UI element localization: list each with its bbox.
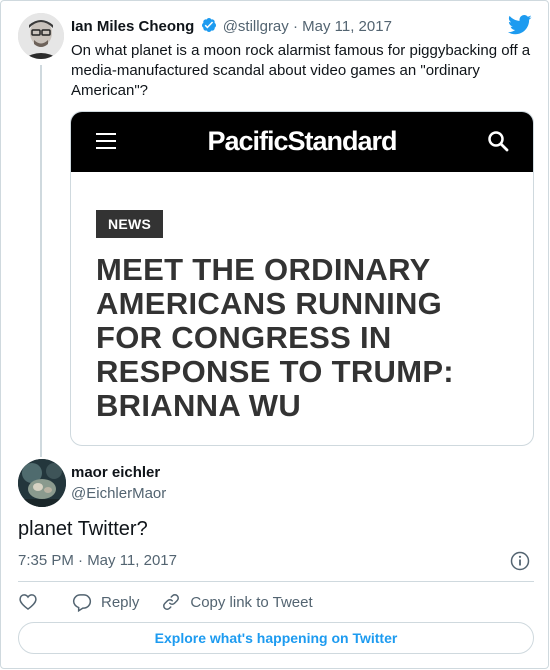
like-button[interactable] bbox=[18, 592, 38, 612]
tweet-media-image[interactable]: PacificStandard NEWS MEET THE ORDINARY A… bbox=[70, 111, 534, 446]
tweet-embed-card: Ian Miles Cheong @stillgray · May 11, 20… bbox=[0, 0, 549, 669]
explore-twitter-button[interactable]: Explore what's happening on Twitter bbox=[18, 622, 534, 654]
reply-button[interactable]: Reply bbox=[72, 592, 139, 612]
pacific-standard-header: PacificStandard bbox=[71, 112, 533, 172]
reply-author-name[interactable]: maor eichler bbox=[71, 464, 160, 481]
reply-timestamp[interactable]: 7:35 PM · May 11, 2017 bbox=[18, 552, 177, 569]
thread-connector bbox=[40, 65, 42, 457]
reply-label: Reply bbox=[101, 593, 140, 611]
author-name[interactable]: Ian Miles Cheong bbox=[71, 18, 194, 35]
heart-icon bbox=[19, 594, 37, 611]
reply-text: planet Twitter? bbox=[18, 518, 148, 540]
verified-badge-icon bbox=[201, 18, 216, 32]
pacific-standard-logo: PacificStandard bbox=[207, 126, 397, 156]
separator-dot: · bbox=[292, 18, 298, 35]
divider bbox=[18, 581, 534, 582]
action-bar: Reply Copy link to Tweet bbox=[18, 591, 313, 613]
link-icon bbox=[163, 594, 180, 610]
copy-link-button[interactable]: Copy link to Tweet bbox=[161, 592, 313, 612]
author-handle[interactable]: @stillgray bbox=[223, 18, 289, 35]
news-badge: NEWS bbox=[96, 210, 164, 238]
reply-author-handle[interactable]: @EichlerMaor bbox=[71, 485, 166, 502]
tweet-date[interactable]: May 11, 2017 bbox=[302, 18, 392, 35]
search-icon bbox=[488, 131, 509, 152]
reply-author-avatar[interactable] bbox=[18, 459, 66, 507]
author-avatar[interactable] bbox=[18, 13, 64, 59]
copy-link-label: Copy link to Tweet bbox=[190, 593, 313, 611]
reply-bubble-icon bbox=[72, 594, 92, 612]
info-icon[interactable] bbox=[510, 551, 530, 571]
tweet-header: Ian Miles Cheong @stillgray · May 11, 20… bbox=[71, 17, 392, 35]
tweet-text: On what planet is a moon rock alarmist f… bbox=[71, 42, 531, 99]
article-headline: MEET THE ORDINARY AMERICANS RUNNING FOR … bbox=[96, 252, 454, 423]
twitter-bird-icon[interactable] bbox=[508, 15, 532, 35]
